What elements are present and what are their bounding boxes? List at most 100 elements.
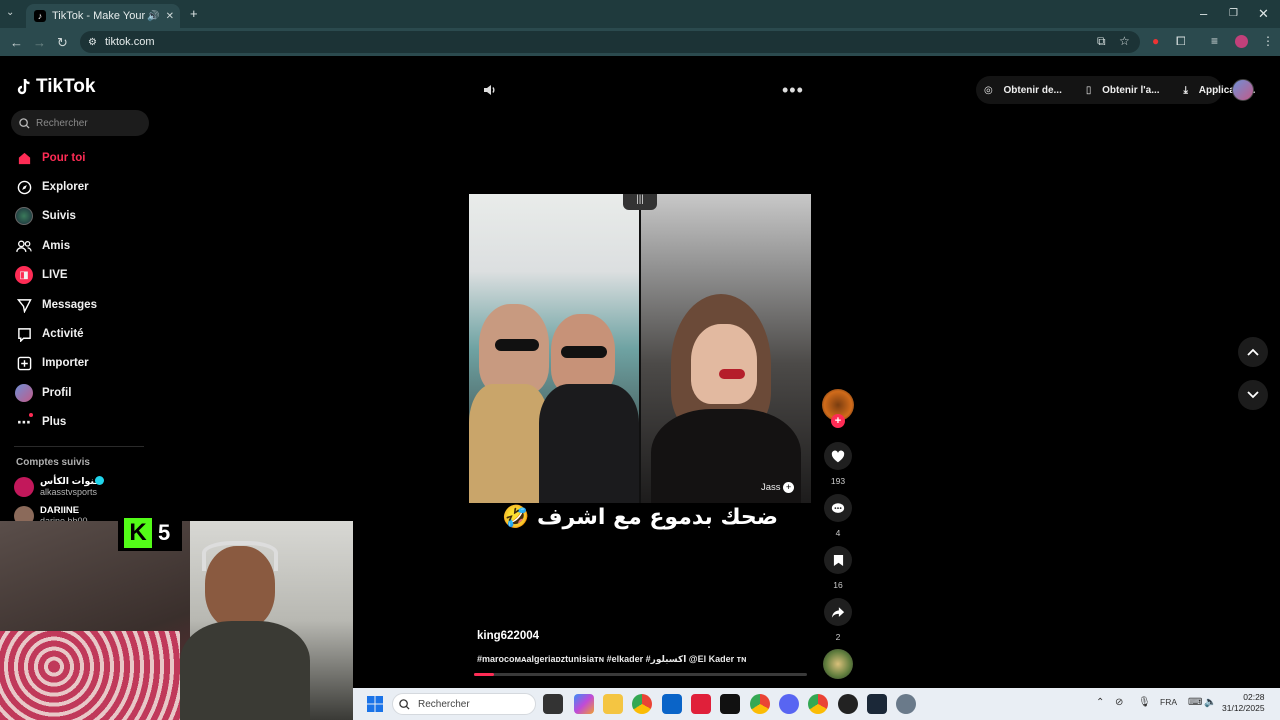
network-off-icon[interactable]: ⊘	[1115, 697, 1123, 708]
reload-icon[interactable]: ↻	[57, 35, 68, 51]
header-action-pill: ◎ Obtenir de... ▯ Obtenir l'a... ⤓ Appli…	[976, 76, 1255, 104]
sidebar-item-profil[interactable]: Profil	[14, 382, 154, 404]
back-icon[interactable]: ←	[10, 35, 23, 50]
share-button[interactable]	[824, 598, 852, 626]
media-controls-icon[interactable]: ≡	[1211, 34, 1218, 48]
home-icon	[14, 148, 34, 168]
taskbar-clock[interactable]: 02:28 31/12/2025	[1222, 692, 1265, 714]
inbox-icon	[14, 324, 34, 344]
webcam-hoodie	[180, 621, 310, 720]
get-coins-button[interactable]: ◎ Obtenir de...	[976, 85, 1078, 96]
sidebar-item-label: Importer	[42, 357, 89, 369]
tab-audio-icon[interactable]: 🔊	[147, 11, 159, 22]
sidebar-item-label: Amis	[42, 240, 71, 252]
tiktok-favicon-icon: ♪	[34, 10, 46, 22]
browser-tab[interactable]: ♪ TikTok - Make Your Day 🔊 ✕	[26, 4, 180, 28]
sidebar-divider	[14, 446, 144, 447]
tab-list-icon[interactable]: ⌄	[6, 7, 14, 18]
site-info-icon[interactable]: ⚙	[88, 37, 97, 48]
settings-icon[interactable]	[896, 694, 916, 714]
video-player[interactable]: ||| Jass +	[469, 194, 811, 503]
video-progress-bar[interactable]	[474, 673, 807, 676]
copilot-icon[interactable]	[574, 694, 594, 714]
user-avatar[interactable]	[1232, 79, 1254, 101]
install-app-icon[interactable]: ⧉	[1097, 34, 1106, 49]
video-author[interactable]: king622004	[477, 630, 539, 642]
taskbar-search-input[interactable]: Rechercher	[392, 693, 536, 715]
more-options-icon[interactable]: •••	[782, 80, 804, 101]
sunglasses	[495, 339, 539, 351]
chevron-down-icon	[1247, 391, 1259, 399]
tiktok-note-icon	[17, 78, 30, 95]
live-icon: ◨	[14, 265, 34, 285]
video-right-frame	[641, 194, 811, 503]
desktop-app-button[interactable]: ⤓ Applicatio...	[1176, 85, 1272, 96]
chrome-profile-icon[interactable]	[750, 694, 770, 714]
microphone-icon[interactable]: 🎙	[1138, 697, 1151, 708]
previous-video-button[interactable]	[1238, 337, 1268, 367]
volume-icon[interactable]	[482, 82, 498, 103]
music-disc[interactable]	[823, 649, 853, 679]
new-tab-icon[interactable]: +	[190, 6, 198, 21]
smile	[719, 369, 745, 379]
compass-icon	[14, 177, 34, 197]
speaker-icon[interactable]: 🔈	[1204, 697, 1216, 708]
discord-icon[interactable]	[779, 694, 799, 714]
send-icon	[14, 295, 34, 315]
network-icon[interactable]: ⌨	[1188, 697, 1202, 708]
bookmark-star-icon[interactable]: ☆	[1119, 34, 1130, 48]
sidebar-item-importer[interactable]: Importer	[14, 352, 154, 374]
get-app-button[interactable]: ▯ Obtenir l'a...	[1078, 85, 1176, 96]
minimize-icon[interactable]: –	[1200, 6, 1207, 21]
task-view-icon[interactable]	[543, 694, 563, 714]
obs-icon[interactable]	[838, 694, 858, 714]
account-name: قنوات الكأس	[40, 476, 101, 487]
sidebar-item-live[interactable]: ◨ LIVE	[14, 264, 154, 286]
follow-plus-icon[interactable]: +	[831, 414, 845, 428]
comment-button[interactable]	[824, 494, 852, 522]
forward-icon[interactable]: →	[33, 35, 46, 50]
tab-close-icon[interactable]: ✕	[166, 11, 174, 22]
next-video-button[interactable]	[1238, 380, 1268, 410]
video-hashtags[interactable]: #marocoᴍᴀalgeriaᴅᴢtunisiaᴛɴ #elkader #اك…	[477, 654, 747, 665]
url-bar[interactable]: ⚙ tiktok.com	[80, 31, 1140, 53]
file-explorer-icon[interactable]	[603, 694, 623, 714]
extensions-puzzle-icon[interactable]: ⧠	[1176, 34, 1186, 49]
video-drag-handle[interactable]: |||	[623, 194, 657, 210]
sidebar-item-messages[interactable]: Messages	[14, 294, 154, 316]
sidebar-item-label: Activité	[42, 328, 84, 340]
sidebar-item-activite[interactable]: Activité	[14, 323, 154, 345]
kick-badge-number: 5	[158, 520, 171, 545]
maximize-icon[interactable]: ❐	[1229, 8, 1238, 19]
heart-icon	[831, 450, 845, 462]
sidebar-item-suivis[interactable]: Suivis	[14, 205, 154, 227]
close-window-icon[interactable]: ✕	[1258, 6, 1269, 22]
search-placeholder: Rechercher	[36, 117, 88, 129]
windows-start-icon[interactable]	[366, 695, 384, 713]
steam-icon[interactable]	[867, 694, 887, 714]
outlook-icon[interactable]	[662, 694, 682, 714]
wps-icon[interactable]	[691, 694, 711, 714]
extension-icon[interactable]: ●	[1152, 34, 1159, 48]
sidebar-item-amis[interactable]: Amis	[14, 235, 154, 257]
sidebar-item-explorer[interactable]: Explorer	[14, 176, 154, 198]
like-button[interactable]	[824, 442, 852, 470]
tiktok-logo[interactable]: TikTok	[16, 76, 95, 98]
sidebar-item-plus[interactable]: ⋯ Plus	[14, 411, 154, 433]
tiktok-app-icon[interactable]	[720, 694, 740, 714]
video-caption: ضحك بدموع مع اشرف 🤣	[501, 505, 779, 530]
language-indicator[interactable]: FRA	[1160, 697, 1177, 707]
sidebar-item-pour-toi[interactable]: Pour toi	[14, 147, 154, 169]
video-overlay-name: Jass +	[761, 482, 795, 493]
profile-avatar-icon[interactable]	[1235, 35, 1248, 48]
browser-menu-icon[interactable]: ⋮	[1262, 34, 1274, 48]
following-avatar-icon	[14, 206, 34, 226]
chrome-active-icon[interactable]	[808, 694, 828, 714]
tray-overflow-icon[interactable]: ⌃	[1096, 697, 1104, 708]
search-input[interactable]: Rechercher	[11, 110, 149, 136]
kick-logo: K	[124, 518, 152, 548]
chrome-icon[interactable]	[632, 694, 652, 714]
save-button[interactable]	[824, 546, 852, 574]
kick-badge: K 5	[118, 515, 182, 551]
followed-account[interactable]: قنوات الكأس alkasstvsports	[14, 476, 104, 497]
